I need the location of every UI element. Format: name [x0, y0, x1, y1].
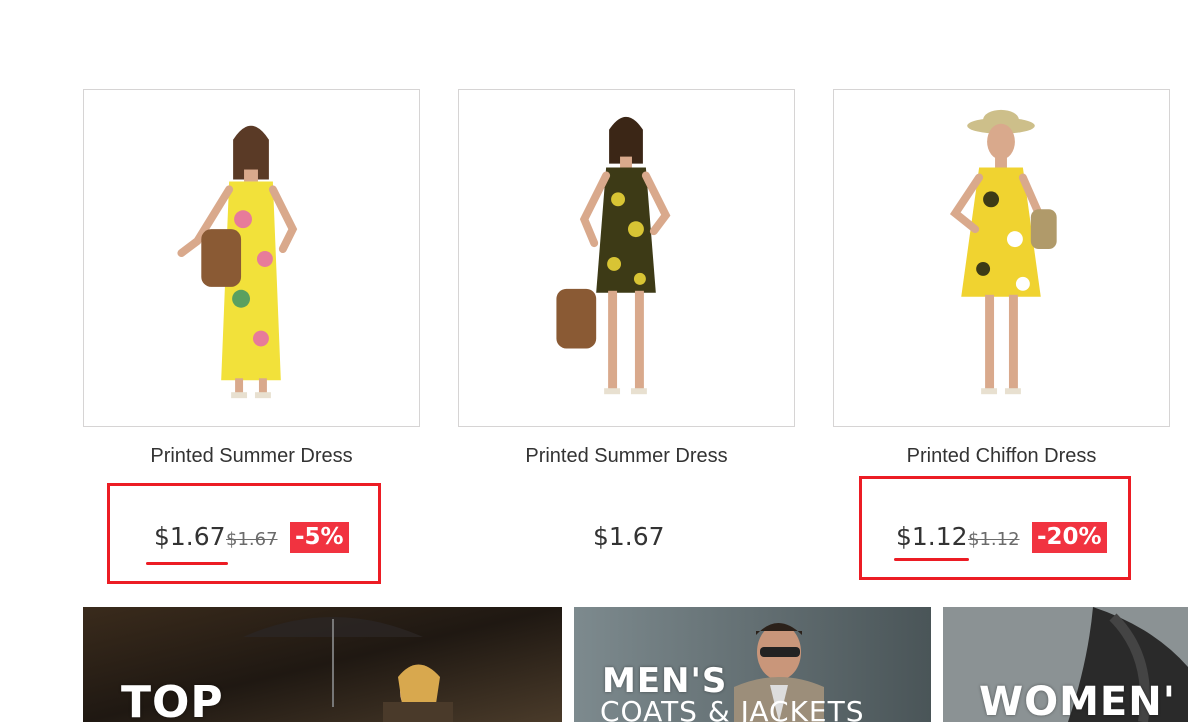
- price: $1.67: [593, 522, 665, 551]
- price-underline: [146, 562, 228, 565]
- price-highlight-box: [859, 476, 1131, 580]
- woman-yellow-floral-long-dress-icon: [84, 90, 419, 426]
- banner-mens[interactable]: MEN'S COATS & JACKETS: [574, 607, 931, 722]
- banner-title: TOP: [121, 677, 224, 722]
- woman-yellow-chiffon-dress-hat-icon: [834, 90, 1169, 426]
- product-card[interactable]: Printed Summer Dress $1.67 $1.67 -5%: [83, 89, 420, 553]
- banner-title: WOMEN': [979, 679, 1176, 722]
- woman-dark-floral-short-dress-icon: [459, 90, 794, 426]
- product-card[interactable]: Printed Summer Dress $1.67: [458, 89, 795, 551]
- product-image[interactable]: [83, 89, 420, 427]
- price-underline: [894, 558, 969, 561]
- product-image[interactable]: [458, 89, 795, 427]
- banner-subtitle: COATS & JACKETS: [600, 695, 865, 722]
- product-card[interactable]: Printed Chiffon Dress $1.12 $1.12 -20%: [833, 89, 1170, 553]
- product-name[interactable]: Printed Summer Dress: [83, 445, 420, 468]
- product-image[interactable]: [833, 89, 1170, 427]
- product-name[interactable]: Printed Summer Dress: [458, 445, 795, 468]
- price-highlight-box: [107, 483, 381, 584]
- price-row: $1.67: [458, 520, 795, 554]
- banner-womens[interactable]: WOMEN': [943, 607, 1188, 722]
- product-name[interactable]: Printed Chiffon Dress: [833, 445, 1170, 468]
- banner-top[interactable]: TOP: [83, 607, 562, 722]
